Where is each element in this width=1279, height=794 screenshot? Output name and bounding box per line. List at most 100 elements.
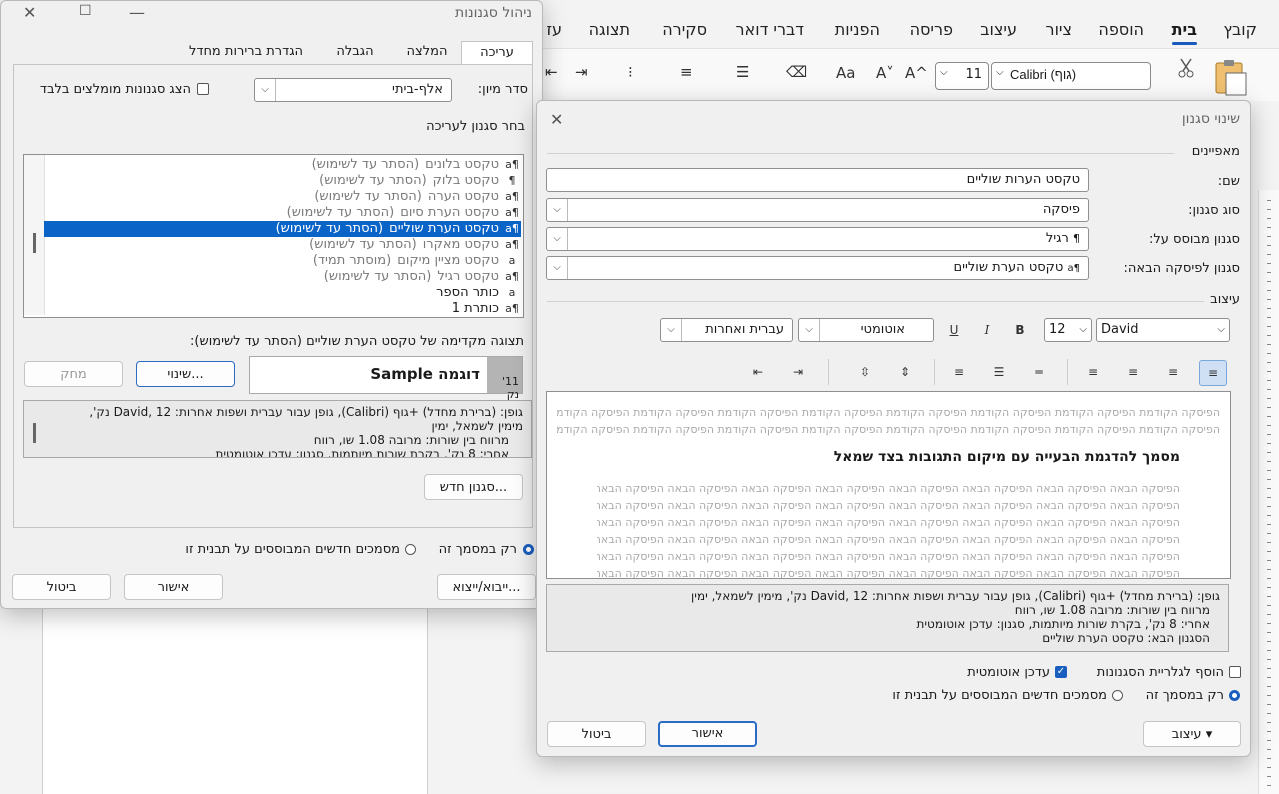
italic-button[interactable]: I	[974, 318, 1000, 342]
script-select[interactable]: ⌵ עברית ואחרות	[660, 318, 793, 342]
one-half-spacing-icon[interactable]: ☰	[986, 360, 1012, 384]
tab-draw[interactable]: ציור	[1046, 20, 1072, 39]
add-to-gallery-checkbox[interactable]	[1229, 666, 1241, 678]
new-docs-radio[interactable]	[405, 544, 416, 555]
only-this-doc-label: רק במסמך זה	[1145, 688, 1224, 703]
tab-more[interactable]: עז	[546, 20, 562, 39]
numbering-icon[interactable]: ≡	[680, 63, 693, 81]
close-icon[interactable]: ✕	[550, 110, 563, 129]
ok-button[interactable]: אישור	[124, 574, 223, 600]
cancel-button[interactable]: ביטול	[547, 721, 646, 747]
style-list-item[interactable]: ¶a טקסט הערת שוליים (הסתר עד לשימוש)	[44, 221, 521, 237]
double-spacing-icon[interactable]: ≡	[946, 360, 972, 384]
tab-home[interactable]: בית	[1171, 20, 1198, 45]
style-list-item[interactable]: ¶a טקסט בלונים (הסתר עד לשימוש)	[44, 157, 521, 173]
maximize-icon[interactable]: ☐	[79, 3, 92, 19]
style-list-item[interactable]: a כותר הספר	[44, 285, 521, 301]
font-size-combo[interactable]: ⌵ 11	[935, 62, 989, 90]
space-before-icon[interactable]: ⇕	[892, 360, 918, 384]
list-scrollbar[interactable]	[24, 155, 45, 315]
decrease-indent-icon[interactable]: ⇤	[545, 63, 558, 81]
style-list-item[interactable]: ¶ טקסט בלוק (הסתר עד לשימוש)	[44, 173, 521, 189]
align-right-icon[interactable]: ≡	[1199, 360, 1227, 386]
chevron-down-icon: ⌵	[799, 319, 820, 341]
grow-font-button[interactable]: A^	[905, 64, 928, 82]
modify-style-dialog: שינוי סגנון ✕ מאפיינים שם: טקסט הערות שו…	[536, 100, 1251, 757]
ruler-tick	[1267, 614, 1271, 615]
font-color-select[interactable]: ⌵ אוטומטי	[798, 318, 934, 342]
ruler-tick	[1267, 380, 1271, 381]
prev-line: הפיסקה הקודמת הפיסקה הקודמת הפיסקה הקודמ…	[557, 423, 1220, 436]
multilevel-list-icon[interactable]: ☰	[736, 63, 749, 81]
new-docs-radio[interactable]	[1112, 690, 1123, 701]
shrink-font-button[interactable]: A˅	[876, 64, 894, 82]
ruler-tick	[1267, 767, 1271, 768]
modify-description-box: גופן: (ברירת מחדל) +גוף (Calibri), גופן …	[546, 584, 1229, 652]
scroll-thumb[interactable]	[33, 233, 36, 253]
space-after-icon[interactable]: ⇳	[852, 360, 878, 384]
tab-set-defaults[interactable]: הגדרת ברירות מחדל	[173, 41, 319, 63]
style-type-select[interactable]: ⌵ פיסקה	[546, 198, 1089, 222]
modify-button[interactable]: שינוי...	[136, 361, 235, 387]
auto-update-checkbox[interactable]: ✓	[1055, 666, 1067, 678]
change-case-button[interactable]: Aa	[836, 64, 855, 82]
desc-scroll-thumb[interactable]	[33, 423, 36, 443]
ruler-tick	[1267, 281, 1271, 282]
tab-view[interactable]: תצוגה	[589, 20, 630, 39]
style-name-input[interactable]: טקסט הערות שוליים	[546, 168, 1089, 192]
new-docs-label: מסמכים חדשים המבוססים על תבנית זו	[892, 688, 1107, 703]
import-export-button[interactable]: ייבוא/ייצוא...	[437, 574, 536, 600]
single-spacing-icon[interactable]: ═	[1026, 360, 1052, 384]
decrease-indent-icon[interactable]: ⇤	[745, 360, 771, 384]
minimize-icon[interactable]: —	[129, 3, 145, 22]
delete-button[interactable]: מחק	[24, 361, 123, 387]
style-list-item[interactable]: a טקסט מציין מיקום (מוסתר תמיד)	[44, 253, 521, 269]
style-list[interactable]: ¶aטקסט בלונים(הסתר עד לשימוש) ¶טקסט בלוק(…	[23, 154, 524, 318]
tab-review[interactable]: סקירה	[662, 20, 707, 39]
align-center-icon[interactable]: ≡	[1160, 360, 1186, 384]
justify-icon[interactable]: ≡	[1080, 360, 1106, 384]
bold-button[interactable]: B	[1007, 318, 1033, 342]
show-recommended-checkbox[interactable]	[197, 83, 209, 95]
underline-button[interactable]: U	[941, 318, 967, 342]
style-list-item[interactable]: ¶a טקסט הערה (הסתר עד לשימוש)	[44, 189, 521, 205]
only-this-doc-radio[interactable]	[523, 544, 534, 555]
align-left-icon[interactable]: ≡	[1120, 360, 1146, 384]
increase-indent-icon[interactable]: ⇥	[785, 360, 811, 384]
chevron-down-icon: ⌵	[661, 319, 682, 341]
style-list-item[interactable]: ¶a כותרת 1	[44, 301, 521, 317]
close-icon[interactable]: ✕	[23, 3, 36, 22]
only-this-doc-radio[interactable]	[1229, 690, 1240, 701]
font-color-value: אוטומטי	[860, 322, 905, 337]
tab-references[interactable]: הפניות	[835, 20, 880, 39]
font-name-combo[interactable]: ⌵ Calibri (גוף)	[991, 62, 1151, 90]
sort-order-select[interactable]: ⌵ אלף-ביתי	[254, 78, 452, 102]
bullets-icon[interactable]: ⁝	[628, 63, 633, 81]
tab-layout[interactable]: פריסה	[910, 20, 953, 39]
tab-file[interactable]: קובץ	[1223, 20, 1257, 39]
tab-insert[interactable]: הוספה	[1098, 20, 1144, 39]
style-list-item[interactable]: ¶a טקסט רגיל (הסתר עד לשימוש)	[44, 269, 521, 285]
ruler-tick	[1267, 542, 1271, 543]
ok-button[interactable]: אישור	[658, 721, 757, 747]
paste-icon[interactable]	[1210, 57, 1250, 97]
format-menu-button[interactable]: עיצוב ▾	[1143, 721, 1241, 747]
format-font-select[interactable]: ⌵ David	[1096, 318, 1230, 342]
tab-recommend[interactable]: המלצה	[393, 41, 461, 63]
format-size-select[interactable]: ⌵ 12	[1044, 318, 1092, 342]
increase-indent-icon[interactable]: ⇥	[575, 63, 588, 81]
tab-mailings[interactable]: דברי דואר	[736, 20, 805, 39]
next-style-select[interactable]: ⌵ ¶a טקסט הערת שוליים	[546, 256, 1089, 280]
cut-icon[interactable]	[1175, 57, 1197, 79]
tab-restrict[interactable]: הגבלה	[319, 41, 391, 63]
tab-design[interactable]: עיצוב	[980, 20, 1017, 39]
ruler-tick	[1267, 263, 1271, 264]
cancel-button[interactable]: ביטול	[12, 574, 111, 600]
new-style-button[interactable]: סגנון חדש...	[424, 474, 523, 500]
style-list-item[interactable]: ¶a טקסט מאקרו (הסתר עד לשימוש)	[44, 237, 521, 253]
style-list-item[interactable]: ¶a טקסט הערת סיום (הסתר עד לשימוש)	[44, 205, 521, 221]
clear-formatting-icon[interactable]: ⌫	[786, 63, 807, 81]
tab-edit[interactable]: עריכה	[461, 41, 533, 64]
ruler-tick	[1267, 632, 1271, 633]
based-on-select[interactable]: ⌵ ¶ רגיל	[546, 227, 1089, 251]
